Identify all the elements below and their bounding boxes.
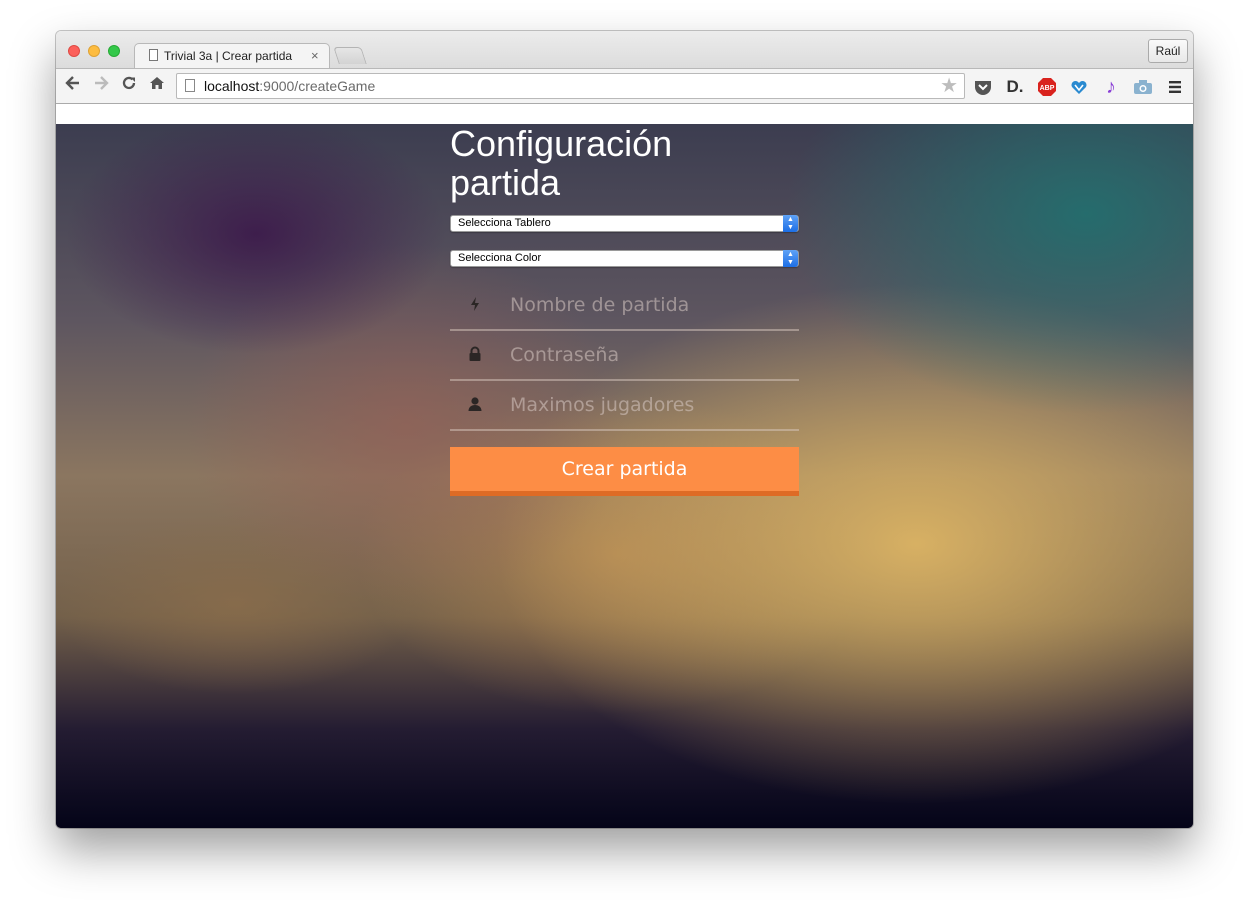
page-icon — [185, 79, 195, 92]
max-players-input[interactable] — [510, 391, 790, 419]
tab-title: Trivial 3a | Crear partida — [164, 49, 293, 63]
lock-icon — [466, 345, 484, 363]
title-bar: Trivial 3a | Crear partida × Raúl — [56, 31, 1193, 69]
chevron-updown-icon: ▲ ▼ — [783, 250, 798, 267]
board-select[interactable]: Selecciona Tablero ▲ ▼ — [450, 215, 799, 232]
game-name-field — [450, 281, 799, 331]
heart-shield-icon[interactable] — [1069, 77, 1089, 97]
arrow-left-icon[interactable] — [64, 74, 82, 99]
browser-toolbar: localhost:9000/createGame ★ D. ABP ♪ — [56, 68, 1193, 104]
browser-tab[interactable]: Trivial 3a | Crear partida × — [134, 43, 330, 69]
camera-icon[interactable] — [1133, 77, 1153, 97]
page-icon — [149, 49, 158, 61]
game-name-input[interactable] — [510, 291, 790, 319]
page-content: Configuración partida Selecciona Tablero… — [56, 104, 1193, 828]
pocket-icon[interactable] — [973, 77, 993, 97]
create-game-form: Configuración partida Selecciona Tablero… — [450, 124, 799, 496]
user-icon — [466, 395, 484, 413]
minimize-window-button[interactable] — [88, 45, 100, 57]
profile-button[interactable]: Raúl — [1148, 39, 1188, 63]
browser-window: Trivial 3a | Crear partida × Raúl localh… — [56, 31, 1193, 828]
url-text: localhost:9000/createGame — [204, 78, 376, 94]
password-input[interactable] — [510, 341, 790, 369]
create-game-button[interactable]: Crear partida — [450, 447, 799, 496]
address-bar[interactable]: localhost:9000/createGame ★ — [176, 73, 965, 99]
adblock-label: ABP — [1040, 85, 1055, 92]
password-field — [450, 331, 799, 381]
color-select-value: Selecciona Color — [458, 252, 542, 264]
maximize-window-button[interactable] — [108, 45, 120, 57]
arrow-right-icon[interactable] — [92, 74, 110, 99]
max-players-field — [450, 381, 799, 431]
close-window-button[interactable] — [68, 45, 80, 57]
menu-icon[interactable] — [1165, 77, 1185, 97]
adblock-plus-icon[interactable]: ABP — [1037, 77, 1057, 97]
music-note-icon[interactable]: ♪ — [1101, 76, 1121, 98]
top-white-bar — [56, 104, 1193, 124]
d-icon[interactable]: D. — [1005, 77, 1025, 97]
color-select[interactable]: Selecciona Color ▲ ▼ — [450, 250, 799, 267]
reload-icon[interactable] — [120, 74, 138, 99]
home-icon[interactable] — [148, 74, 166, 99]
tab-close-icon[interactable]: × — [311, 48, 319, 63]
chevron-updown-icon: ▲ ▼ — [783, 215, 798, 232]
new-tab-button[interactable] — [333, 47, 367, 64]
page-title: Configuración partida — [450, 123, 673, 203]
board-select-value: Selecciona Tablero — [458, 217, 551, 229]
bookmark-star-icon[interactable]: ★ — [940, 75, 958, 97]
lightning-bolt-icon — [466, 295, 484, 313]
